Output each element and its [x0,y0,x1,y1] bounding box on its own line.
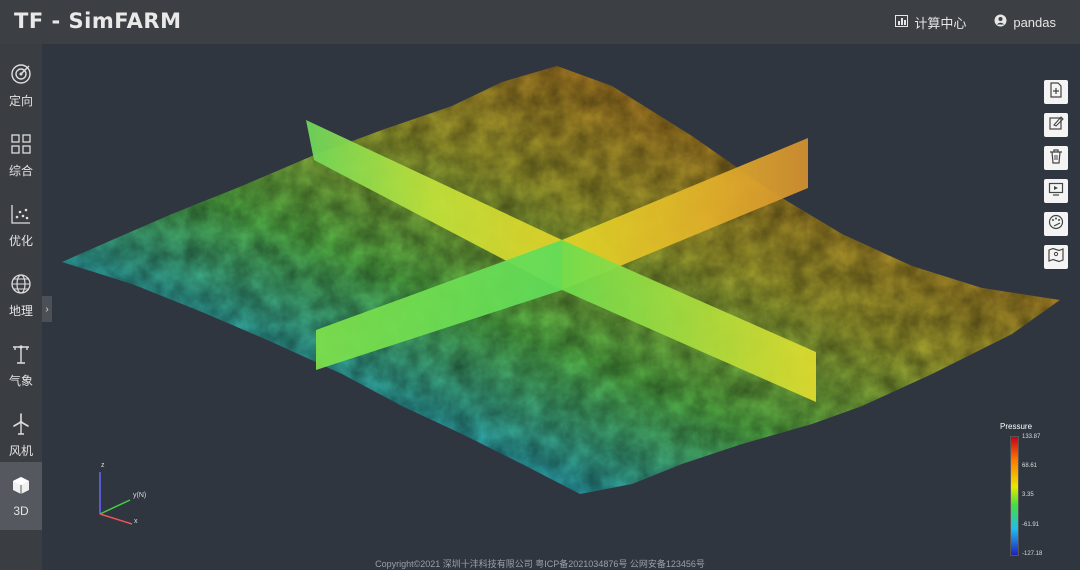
3d-terrain-viewport[interactable] [52,44,1080,570]
cube-icon [10,475,32,504]
sidebar-collapse-toggle[interactable]: › [42,296,52,322]
legend-tick: -61.91 [1022,522,1040,528]
sidebar-item-label: 定向 [8,94,33,108]
globe-icon [10,273,32,302]
chevron-right-icon: › [45,303,49,315]
palette-button[interactable] [1044,212,1068,236]
sidebar-item-optimize[interactable]: 优化 [0,192,42,260]
wind-turbine-icon [10,413,32,442]
sidebar-item-weather[interactable]: 气象 [0,332,42,400]
compute-center-label: 计算中心 [914,15,967,31]
target-icon [10,63,32,92]
trash-icon [1048,148,1064,169]
user-icon [994,14,1007,30]
app-logo: TF - SimFARM [14,9,182,33]
compute-center-link[interactable]: 计算中心 [895,13,966,32]
top-bar: TF - SimFARM 计算中心 pandas [0,0,1080,44]
sidebar-item-label: 3D [13,503,29,518]
legend-color-bar [1010,436,1019,556]
sidebar-item-label: 地理 [8,304,33,318]
top-right-menu: 计算中心 pandas [895,0,1056,44]
sidebar-item-summary[interactable]: 综合 [0,122,42,190]
sidebar-item-label: 风机 [8,444,33,458]
chart-icon [895,14,909,30]
grid-icon [10,133,32,162]
sidebar-item-label: 综合 [8,164,33,178]
legend-title: Pressure [1000,422,1033,431]
sidebar-item-orient[interactable]: 定向 [0,52,42,120]
user-name: pandas [1013,14,1056,30]
sidebar-item-geo[interactable]: 地理 [0,262,42,330]
delete-button[interactable] [1044,146,1068,170]
edit-button[interactable] [1044,113,1068,137]
pressure-legend: Pressure 133.87 68.61 3.35 -61.91 -127.1… [998,422,1068,562]
new-file-button[interactable] [1044,80,1068,104]
edit-icon [1048,115,1064,136]
palette-icon [1048,214,1064,235]
sidebar-item-turbine[interactable]: 风机 [0,402,42,470]
user-menu[interactable]: pandas [994,14,1056,30]
axis-x-label: x [134,518,138,525]
sidebar-item-label: 优化 [8,234,33,248]
footer-copyright: Copyright©2021 深圳十沣科技有限公司 粤ICP备202103487… [375,559,705,569]
sidebar: 定向 综合 优化 地理 气象 风机 3D [0,44,42,570]
legend-tick: 133.87 [1022,434,1041,440]
mast-icon [10,343,32,372]
screen-icon [1048,181,1064,202]
legend-tick: 68.61 [1022,463,1038,469]
axis-triad [99,472,133,525]
axis-z-label: z [101,462,105,469]
scatter-icon [10,203,32,232]
sidebar-item-3d[interactable]: 3D [0,462,42,530]
axis-y-label: y(N) [133,492,147,499]
viewport-toolbar [1044,80,1068,269]
screen-button[interactable] [1044,179,1068,203]
legend-tick: 3.35 [1022,492,1034,498]
map-icon [1048,247,1064,268]
new-file-icon [1048,81,1064,103]
sidebar-item-label: 气象 [8,374,33,388]
map-button[interactable] [1044,245,1068,269]
